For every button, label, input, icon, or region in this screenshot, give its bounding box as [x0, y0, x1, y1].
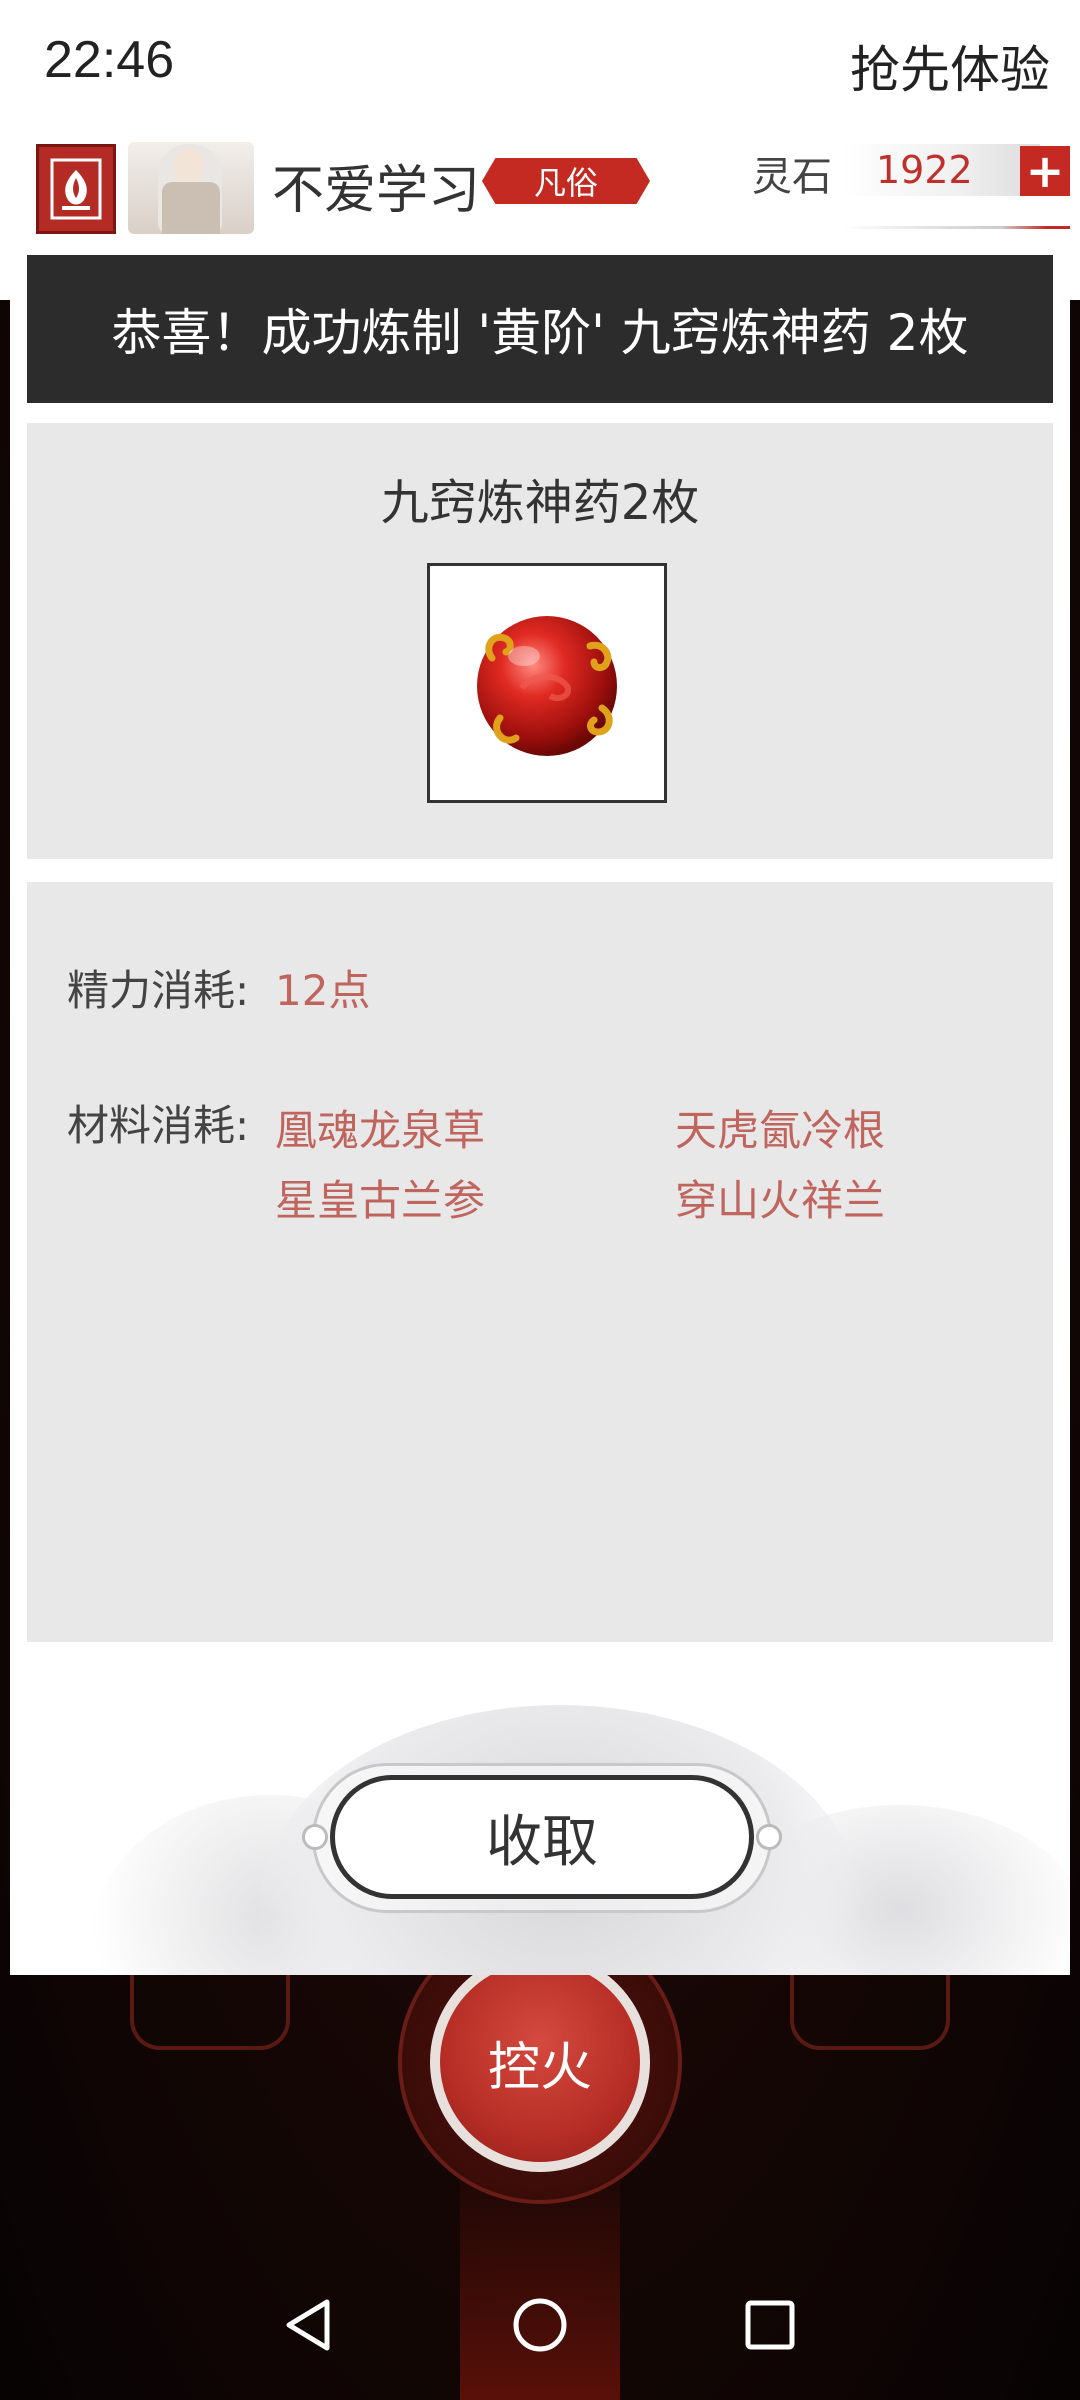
spirit-stone-value: 1922 [840, 144, 1040, 196]
frame-dot-left [302, 1824, 328, 1850]
crafting-result-dialog: 恭喜！成功炼制 '黄阶' 九窍炼神药 2枚 九窍炼神药2枚 精力消耗: 12点 … [10, 235, 1070, 1975]
dialog-title: 恭喜！成功炼制 '黄阶' 九窍炼神药 2枚 [27, 255, 1053, 403]
early-access-link[interactable]: 抢先体验 [850, 30, 1050, 102]
material-item: 天虎氤冷根 [675, 1106, 886, 1155]
frame-dot-right [756, 1824, 782, 1850]
material-item: 穿山火祥兰 [675, 1176, 886, 1225]
status-time: 22:46 [44, 31, 175, 89]
system-nav-bar [0, 2250, 1080, 2400]
rank-badge: 凡俗 [482, 158, 650, 204]
result-panel: 九窍炼神药2枚 [27, 423, 1053, 859]
sect-emblem-icon[interactable] [36, 144, 116, 234]
material-item: 星皇古兰参 [275, 1176, 486, 1225]
avatar[interactable] [128, 142, 254, 234]
username: 不爱学习 [272, 161, 481, 221]
status-bar: 22:46 抢先体验 [0, 0, 1080, 125]
material-cost-label: 材料消耗: [67, 1101, 250, 1150]
material-item: 凰魂龙泉草 [275, 1106, 486, 1155]
add-stone-button[interactable]: + [1020, 146, 1070, 196]
energy-cost-label: 精力消耗: [67, 966, 250, 1015]
item-slot[interactable] [427, 563, 667, 803]
recents-icon[interactable] [735, 2290, 805, 2360]
spirit-stone-label: 灵石 [752, 154, 832, 200]
pill-icon [477, 616, 617, 756]
collect-button[interactable]: 收取 [330, 1775, 754, 1899]
result-item-name: 九窍炼神药2枚 [380, 475, 700, 531]
collect-button-frame: 收取 [302, 1763, 782, 1913]
cost-panel: 精力消耗: 12点 材料消耗: 凰魂龙泉草 天虎氤冷根 星皇古兰参 穿山火祥兰 [27, 882, 1053, 1642]
fire-control-button[interactable]: 控火 [430, 1952, 650, 2172]
header-divider [840, 226, 1070, 229]
back-icon[interactable] [275, 2290, 345, 2360]
profile-header: 不爱学习 凡俗 灵石 1922 + [0, 130, 1080, 235]
energy-cost-value: 12点 [275, 966, 371, 1015]
home-icon[interactable] [505, 2290, 575, 2360]
